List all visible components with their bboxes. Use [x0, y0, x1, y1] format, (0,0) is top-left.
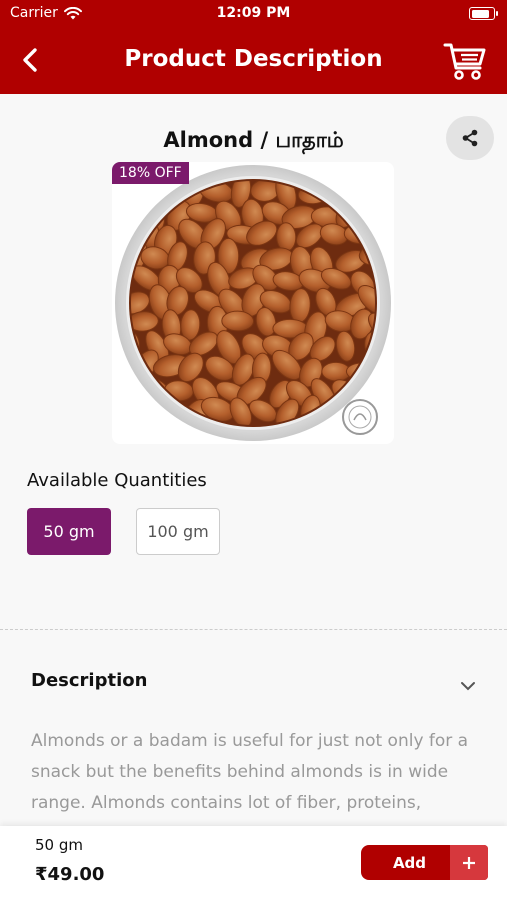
brand-seal-icon [342, 399, 378, 435]
page-title: Product Description [124, 46, 383, 72]
product-content[interactable]: Almond / பாதாம் 18% OFF Available Quanti… [0, 94, 507, 826]
add-to-cart-button[interactable]: Add [361, 845, 488, 880]
status-time: 12:09 PM [216, 5, 291, 21]
discount-badge: 18% OFF [112, 162, 189, 184]
battery-fill [471, 9, 489, 18]
plus-icon [463, 856, 475, 869]
almond-shape [276, 222, 297, 252]
product-title: Almond / பாதாம் [163, 128, 344, 152]
price: ₹49.00 [35, 864, 105, 885]
nav-bar: Product Description [0, 28, 507, 94]
add-label: Add [392, 853, 427, 872]
share-button[interactable] [446, 116, 494, 160]
cart-icon [443, 43, 486, 80]
battery-icon [469, 7, 498, 20]
cart-button[interactable] [443, 40, 487, 82]
product-image[interactable]: 18% OFF [112, 162, 394, 444]
almond-shape [221, 310, 255, 332]
status-bar: Carrier 12:09 PM [0, 0, 507, 28]
quantity-option-100gm[interactable]: 100 gm [136, 508, 220, 555]
share-icon [462, 129, 478, 147]
chevron-down-icon [461, 682, 475, 691]
quantities-heading: Available Quantities [27, 470, 207, 491]
quantity-option-50gm[interactable]: 50 gm [27, 508, 111, 555]
description-toggle[interactable] [458, 678, 478, 692]
selected-quantity: 50 gm [35, 836, 83, 854]
almond-bowl-image [115, 165, 391, 441]
section-divider [0, 629, 507, 630]
plus-button[interactable] [450, 845, 488, 880]
description-text: Almonds or a badam is useful for just no… [31, 731, 469, 813]
description-heading: Description [31, 670, 148, 691]
bottom-bar: 50 gm ₹49.00 Add [0, 826, 507, 900]
